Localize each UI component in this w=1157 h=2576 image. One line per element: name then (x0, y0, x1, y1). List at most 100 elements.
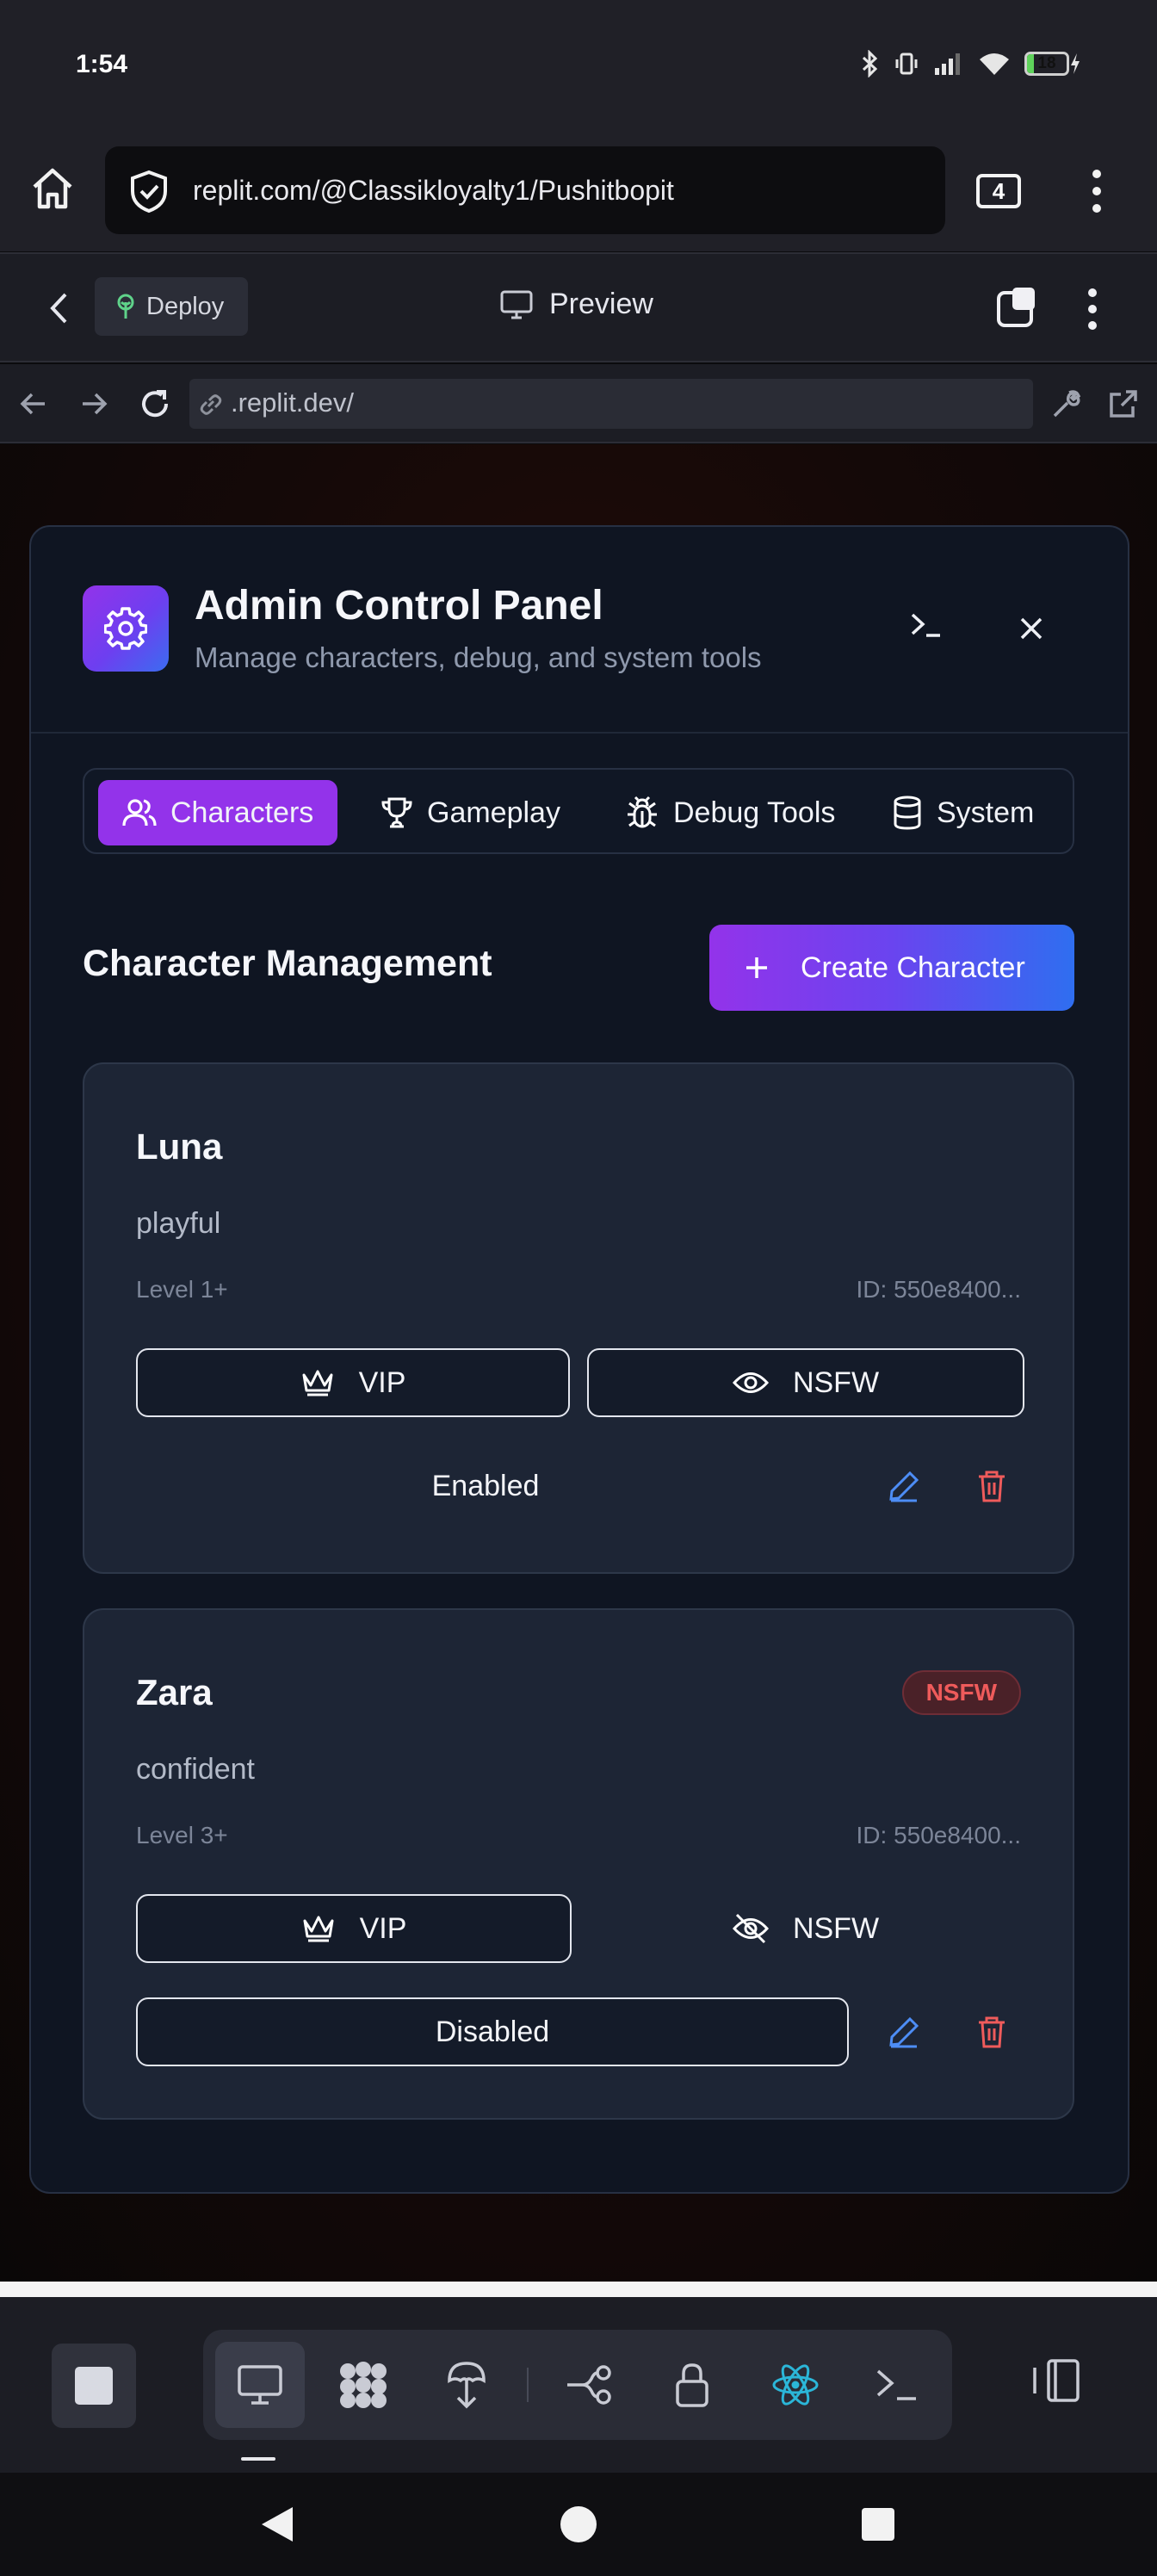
tool-secrets[interactable] (647, 2342, 737, 2428)
create-character-label: Create Character (801, 951, 1025, 984)
page-bottom-edge (0, 2282, 1157, 2297)
tool-git[interactable] (546, 2342, 635, 2428)
deploy-icon (114, 293, 138, 320)
back-chevron-icon[interactable] (48, 291, 69, 325)
tool-agent[interactable] (319, 2342, 408, 2428)
monitor-icon (499, 289, 534, 320)
character-personality: playful (136, 1207, 221, 1240)
nsfw-badge: NSFW (901, 1670, 1021, 1715)
character-level: Level 1+ (136, 1276, 228, 1303)
edit-button[interactable] (883, 2011, 925, 2053)
eye-icon (732, 1370, 769, 1396)
bluetooth-icon (861, 50, 880, 77)
tab-label: System (937, 796, 1035, 829)
tab-label: Debug Tools (673, 796, 836, 829)
terminal-icon (875, 2366, 919, 2404)
signal-icon (933, 51, 964, 77)
layout-toggle-icon[interactable] (1030, 2357, 1081, 2404)
link-icon (198, 393, 224, 417)
vip-label: VIP (358, 1365, 406, 1399)
crown-icon (300, 1368, 335, 1397)
browser-menu-icon[interactable] (1092, 169, 1102, 214)
trash-icon (976, 2015, 1007, 2049)
close-icon[interactable] (1018, 615, 1045, 642)
tool-separator (527, 2368, 529, 2402)
vibrate-icon (894, 51, 919, 77)
tab-switcher-button[interactable]: 4 (976, 174, 1021, 208)
forward-arrow-icon[interactable] (79, 389, 108, 418)
home-icon[interactable] (28, 164, 77, 214)
character-personality: confident (136, 1753, 255, 1786)
active-tool-indicator (241, 2457, 275, 2461)
wrench-icon[interactable] (1050, 387, 1083, 420)
character-name: Luna (136, 1126, 223, 1167)
preview-url-text[interactable]: .replit.dev/ (231, 387, 354, 418)
more-options-icon[interactable] (1087, 288, 1098, 331)
react-icon (771, 2361, 820, 2409)
tab-label: Characters (170, 796, 314, 829)
nsfw-toggle[interactable]: NSFW (587, 1348, 1024, 1417)
new-tab-icon[interactable] (995, 286, 1038, 329)
tool-preview[interactable] (215, 2342, 305, 2428)
character-card: Zara NSFW confident Level 3+ ID: 550e840… (83, 1608, 1074, 2120)
database-icon (892, 796, 923, 830)
character-card: Luna playful Level 1+ ID: 550e8400... VI… (83, 1062, 1074, 1574)
nsfw-label: NSFW (792, 1365, 880, 1399)
tab-debug-tools[interactable]: Debug Tools (601, 780, 859, 845)
git-branch-icon (566, 2363, 616, 2406)
tool-react[interactable] (751, 2342, 840, 2428)
terminal-icon[interactable] (909, 610, 944, 641)
users-icon (122, 797, 157, 828)
tool-switcher (203, 2330, 952, 2440)
battery-icon: 18 (1024, 52, 1081, 76)
shield-check-icon[interactable] (127, 169, 170, 214)
modal-divider (31, 732, 1128, 734)
deploy-label: Deploy (146, 292, 225, 320)
preview-label: Preview (549, 288, 653, 320)
status-toggle[interactable]: Enabled (136, 1452, 835, 1520)
edit-button[interactable] (883, 1465, 925, 1507)
tab-system[interactable]: System (868, 780, 1058, 845)
status-time: 1:54 (76, 50, 128, 78)
reload-icon[interactable] (138, 387, 172, 421)
tab-label: Gameplay (427, 796, 560, 829)
create-character-button[interactable]: Create Character (709, 925, 1074, 1011)
status-icons: 18 (861, 50, 1081, 77)
pencil-icon (888, 1470, 920, 1502)
wifi-icon (978, 51, 1011, 77)
nav-back-icon[interactable] (260, 2505, 294, 2543)
tab-characters[interactable]: Characters (98, 780, 338, 845)
tool-deployments[interactable] (422, 2342, 511, 2428)
status-toggle[interactable]: Disabled (136, 1997, 849, 2066)
stop-button[interactable] (52, 2344, 136, 2428)
vip-label: VIP (359, 1911, 407, 1945)
nsfw-label: NSFW (792, 1911, 880, 1945)
character-name: Zara (136, 1672, 213, 1712)
section-title: Character Management (83, 943, 492, 984)
back-arrow-icon[interactable] (19, 389, 48, 418)
nav-recents-icon[interactable] (861, 2507, 895, 2542)
tool-shell[interactable] (852, 2342, 942, 2428)
nav-home-icon[interactable] (560, 2505, 597, 2543)
pencil-icon (888, 2016, 920, 2048)
preview-title: Preview (499, 288, 653, 321)
admin-tabs: Characters Gameplay Debug Tools System (83, 768, 1074, 854)
open-external-icon[interactable] (1107, 387, 1140, 420)
plus-icon (744, 955, 770, 981)
vip-toggle[interactable]: VIP (136, 1894, 572, 1963)
character-id: ID: 550e8400... (856, 1822, 1021, 1848)
gear-icon (104, 607, 147, 650)
monitor-icon (236, 2363, 284, 2406)
vip-toggle[interactable]: VIP (136, 1348, 570, 1417)
tab-gameplay[interactable]: Gameplay (356, 780, 585, 845)
lock-icon (673, 2362, 711, 2408)
modal-title: Admin Control Panel (195, 583, 603, 629)
delete-button[interactable] (971, 2011, 1012, 2053)
bug-icon (625, 796, 659, 830)
deploy-button[interactable]: Deploy (95, 277, 248, 336)
nsfw-toggle[interactable]: NSFW (587, 1894, 1024, 1963)
character-id: ID: 550e8400... (856, 1276, 1021, 1303)
url-text[interactable]: replit.com/@Classikloyalty1/Pushitbopit (193, 175, 674, 207)
delete-button[interactable] (971, 1465, 1012, 1507)
admin-logo (83, 585, 169, 672)
